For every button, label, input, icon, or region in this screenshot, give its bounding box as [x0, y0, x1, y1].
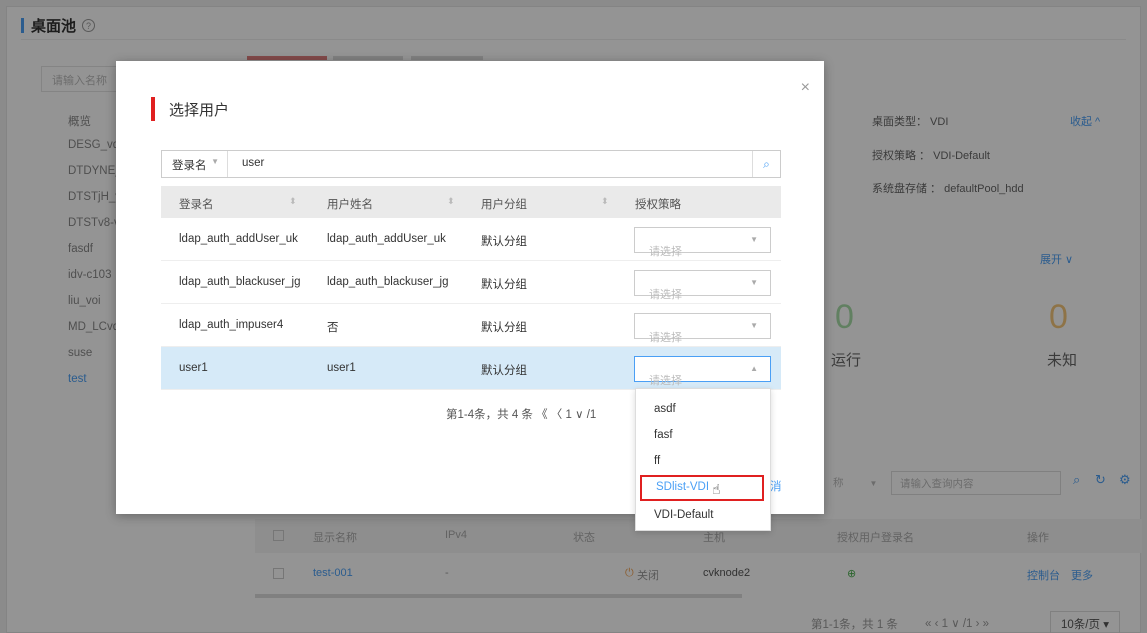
row-user-name: ldap_auth_addUser_uk [327, 233, 446, 245]
user-search-bar: 登录名 ▼ user ⌕ [161, 150, 781, 178]
row-group: 默认分组 [481, 279, 527, 291]
user-row[interactable]: ldap_auth_blackuser_jg ldap_auth_blackus… [161, 261, 781, 304]
user-table-header: 登录名 ⬍ 用户姓名 ⬍ 用户分组 ⬍ 授权策略 [161, 186, 781, 218]
chevron-down-icon: ▼ [750, 321, 758, 330]
user-row[interactable]: ldap_auth_impuser4 否 默认分组 请选择 ▼ [161, 304, 781, 347]
policy-dropdown: asdf fasf ff SDlist-VDI VDI-Default [635, 388, 771, 531]
row-login: ldap_auth_impuser4 [179, 319, 284, 331]
dropdown-option[interactable]: fasf [636, 423, 770, 449]
search-input[interactable]: user [242, 157, 264, 169]
policy-select-value: 请选择 [649, 332, 682, 344]
col-group[interactable]: 用户分组 [481, 196, 527, 212]
sort-icon[interactable]: ⬍ [447, 196, 455, 207]
dialog-title: 选择用户 [151, 97, 229, 121]
row-user-name: 否 [327, 322, 339, 334]
search-button[interactable]: ⌕ [752, 151, 780, 177]
row-group: 默认分组 [481, 322, 527, 334]
dialog-pager[interactable]: 第1-4条，共 4 条 《 〈 1 ∨ /1 [446, 406, 596, 422]
chevron-down-icon: ▼ [750, 235, 758, 244]
col-login[interactable]: 登录名 [179, 196, 214, 212]
search-icon: ⌕ [763, 156, 770, 171]
row-login: ldap_auth_addUser_uk [179, 233, 298, 245]
chevron-up-icon: ▲ [750, 364, 758, 373]
dropdown-option-highlighted[interactable]: SDlist-VDI [640, 475, 764, 501]
row-user-name: ldap_auth_blackuser_jg [327, 276, 449, 288]
dialog-title-text: 选择用户 [169, 101, 230, 119]
chevron-down-icon: ▼ [750, 278, 758, 287]
col-user-name[interactable]: 用户姓名 [327, 196, 373, 212]
sort-icon[interactable]: ⬍ [289, 196, 297, 207]
dropdown-option[interactable]: ff [636, 449, 770, 475]
row-login: ldap_auth_blackuser_jg [179, 276, 301, 288]
search-field-label: 登录名 [172, 160, 207, 172]
row-login: user1 [179, 362, 208, 374]
cancel-button[interactable]: 消 [770, 473, 800, 497]
chevron-down-icon: ▼ [211, 157, 219, 166]
dropdown-option[interactable]: asdf [636, 397, 770, 423]
col-policy: 授权策略 [635, 199, 681, 211]
user-row[interactable]: ldap_auth_addUser_uk ldap_auth_addUser_u… [161, 218, 781, 261]
row-group: 默认分组 [481, 236, 527, 248]
row-group: 默认分组 [481, 365, 527, 377]
policy-select[interactable]: 请选择 ▼ [634, 227, 771, 258]
policy-select-value: 请选择 [649, 246, 682, 258]
sort-icon[interactable]: ⬍ [601, 196, 609, 207]
policy-select-value: 请选择 [649, 289, 682, 301]
search-field-select[interactable]: 登录名 ▼ [162, 151, 228, 177]
policy-select-value: 请选择 [649, 375, 682, 387]
dropdown-option[interactable]: VDI-Default [636, 503, 770, 529]
user-row-selected[interactable]: user1 user1 默认分组 请选择 ▲ [161, 347, 781, 390]
user-table: 登录名 ⬍ 用户姓名 ⬍ 用户分组 ⬍ 授权策略 ldap_auth_addUs… [161, 186, 781, 390]
policy-select[interactable]: 请选择 ▼ [634, 313, 771, 344]
row-user-name: user1 [327, 362, 356, 374]
policy-select[interactable]: 请选择 ▼ [634, 270, 771, 301]
close-icon[interactable]: × [801, 79, 810, 97]
policy-select-open[interactable]: 请选择 ▲ [634, 356, 771, 387]
title-accent-bar [151, 97, 155, 121]
hand-cursor-icon: ☝ [712, 481, 721, 497]
